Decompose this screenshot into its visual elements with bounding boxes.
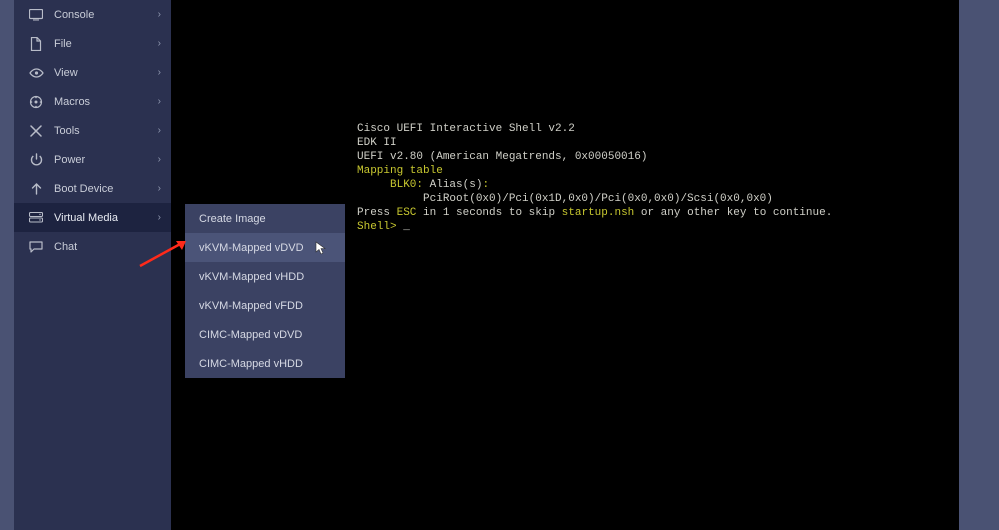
submenu-item-vkvm-vdvd[interactable]: vKVM-Mapped vDVD	[185, 233, 345, 262]
chevron-right-icon: ›	[158, 67, 161, 78]
terminal-span: or any other key to continue.	[634, 207, 832, 219]
menu-label: Chat	[54, 241, 161, 253]
menu-item-power[interactable]: Power ›	[14, 145, 171, 174]
terminal-cursor: _	[403, 221, 410, 233]
chat-icon	[28, 239, 44, 255]
submenu-label: vKVM-Mapped vFDD	[199, 300, 303, 312]
chevron-right-icon: ›	[158, 212, 161, 223]
terminal-span: ESC	[397, 207, 417, 219]
terminal-span: Alias(s)	[430, 179, 483, 191]
menu-item-virtual-media[interactable]: Virtual Media ›	[14, 203, 171, 232]
menu-item-view[interactable]: View ›	[14, 58, 171, 87]
chevron-right-icon: ›	[158, 154, 161, 165]
submenu-item-cimc-vhdd[interactable]: CIMC-Mapped vHDD	[185, 349, 345, 378]
boot-device-icon	[28, 181, 44, 197]
menu-item-file[interactable]: File ›	[14, 29, 171, 58]
chevron-right-icon: ›	[158, 9, 161, 20]
menu-label: Boot Device	[54, 183, 158, 195]
virtual-media-icon	[28, 210, 44, 226]
menu-item-tools[interactable]: Tools ›	[14, 116, 171, 145]
submenu-item-cimc-vdvd[interactable]: CIMC-Mapped vDVD	[185, 320, 345, 349]
chevron-right-icon: ›	[158, 38, 161, 49]
submenu-label: Create Image	[199, 213, 266, 225]
terminal-line: EDK II	[357, 137, 397, 149]
terminal-output: Cisco UEFI Interactive Shell v2.2 EDK II…	[357, 108, 832, 248]
terminal-line: Cisco UEFI Interactive Shell v2.2	[357, 123, 575, 135]
menu-label: Tools	[54, 125, 158, 137]
terminal-line: UEFI v2.80 (American Megatrends, 0x00050…	[357, 151, 647, 163]
menu-label: Console	[54, 9, 158, 21]
menu-item-chat[interactable]: Chat	[14, 232, 171, 261]
tools-icon	[28, 123, 44, 139]
chevron-right-icon: ›	[158, 183, 161, 194]
power-icon	[28, 152, 44, 168]
chevron-right-icon: ›	[158, 125, 161, 136]
console-icon	[28, 7, 44, 23]
terminal-line: Mapping table	[357, 165, 443, 177]
virtual-media-submenu: Create Image vKVM-Mapped vDVD vKVM-Mappe…	[185, 204, 345, 378]
menu-item-macros[interactable]: Macros ›	[14, 87, 171, 116]
terminal-span: Press	[357, 207, 397, 219]
mouse-cursor-icon	[315, 241, 327, 255]
macros-icon	[28, 94, 44, 110]
submenu-label: CIMC-Mapped vHDD	[199, 358, 303, 370]
submenu-label: CIMC-Mapped vDVD	[199, 329, 302, 341]
terminal-span: BLK0:	[357, 179, 430, 191]
terminal-line: PciRoot(0x0)/Pci(0x1D,0x0)/Pci(0x0,0x0)/…	[357, 193, 773, 205]
file-icon	[28, 36, 44, 52]
view-icon	[28, 65, 44, 81]
submenu-label: vKVM-Mapped vDVD	[199, 242, 304, 254]
submenu-item-vkvm-vfdd[interactable]: vKVM-Mapped vFDD	[185, 291, 345, 320]
menu-label: Virtual Media	[54, 212, 158, 224]
menu-label: Power	[54, 154, 158, 166]
submenu-item-create-image[interactable]: Create Image	[185, 204, 345, 233]
chevron-right-icon: ›	[158, 96, 161, 107]
submenu-label: vKVM-Mapped vHDD	[199, 271, 304, 283]
sidebar: Console › File › View › Macros ›	[14, 0, 171, 530]
terminal-span: in 1 seconds to skip	[416, 207, 561, 219]
terminal-span: startup.nsh	[562, 207, 635, 219]
menu-label: File	[54, 38, 158, 50]
menu-item-console[interactable]: Console ›	[14, 0, 171, 29]
menu-label: Macros	[54, 96, 158, 108]
menu-label: View	[54, 67, 158, 79]
main-area: Console › File › View › Macros ›	[14, 0, 959, 530]
submenu-item-vkvm-vhdd[interactable]: vKVM-Mapped vHDD	[185, 262, 345, 291]
left-margin	[0, 0, 14, 530]
right-margin	[959, 0, 999, 530]
terminal-prompt: Shell>	[357, 221, 403, 233]
terminal-span: :	[482, 179, 489, 191]
menu-item-boot-device[interactable]: Boot Device ›	[14, 174, 171, 203]
